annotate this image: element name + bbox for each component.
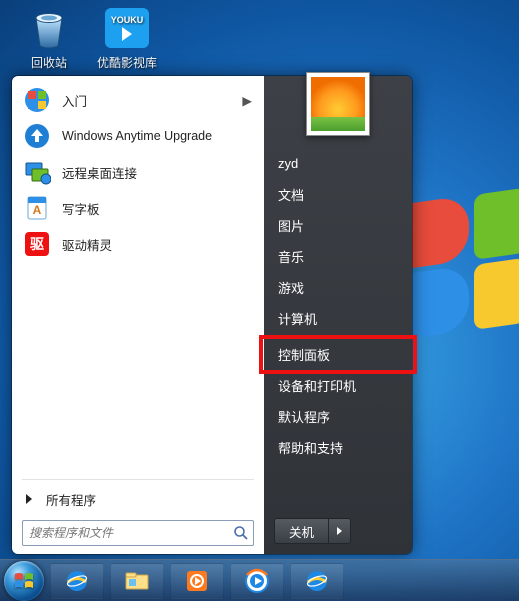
right-item-computer[interactable]: 计算机: [264, 303, 412, 334]
right-item-label: 默认程序: [278, 407, 330, 426]
right-item-label: 图片: [278, 216, 304, 235]
remote-desktop-icon: [22, 157, 52, 187]
search-input[interactable]: [29, 526, 233, 540]
right-item-label: zyd: [278, 156, 298, 171]
program-item-anytime-upgrade[interactable]: Windows Anytime Upgrade: [14, 118, 262, 154]
right-item-music[interactable]: 音乐: [264, 241, 412, 272]
shutdown-options-button[interactable]: [329, 518, 351, 544]
right-item-help-support[interactable]: 帮助和支持: [264, 432, 412, 463]
right-item-default-programs[interactable]: 默认程序: [264, 401, 412, 432]
start-menu: 入门 ▶ Windows Anytime Upgrade 远程桌面连接 A: [12, 76, 412, 554]
right-item-label: 文档: [278, 185, 304, 204]
right-item-user[interactable]: zyd: [264, 148, 412, 179]
start-menu-left-pane: 入门 ▶ Windows Anytime Upgrade 远程桌面连接 A: [12, 76, 264, 554]
taskbar-item-ie[interactable]: [50, 563, 104, 599]
program-item-getting-started[interactable]: 入门 ▶: [14, 82, 262, 118]
all-programs-label: 所有程序: [46, 490, 96, 509]
program-item-label: 驱动精灵: [62, 235, 112, 254]
program-item-driver-genius[interactable]: 驱 驱动精灵: [14, 226, 262, 262]
program-item-wordpad[interactable]: A 写字板: [14, 190, 262, 226]
desktop-icon-label: 优酷影视库: [90, 54, 164, 71]
shutdown-label: 关机: [289, 522, 314, 541]
right-item-label: 帮助和支持: [278, 438, 343, 457]
user-picture-frame[interactable]: [306, 72, 370, 136]
program-item-label: Windows Anytime Upgrade: [62, 129, 212, 143]
svg-text:A: A: [33, 203, 42, 217]
taskbar: [0, 559, 519, 601]
right-item-control-panel[interactable]: 控制面板: [264, 339, 412, 370]
search-box[interactable]: [22, 520, 254, 546]
right-item-devices-printers[interactable]: 设备和打印机: [264, 370, 412, 401]
start-menu-program-list: 入门 ▶ Windows Anytime Upgrade 远程桌面连接 A: [14, 82, 262, 475]
taskbar-item-media-player[interactable]: [230, 563, 284, 599]
getting-started-icon: [22, 85, 52, 115]
submenu-arrow-icon: ▶: [242, 93, 252, 108]
right-item-pictures[interactable]: 图片: [264, 210, 412, 241]
right-item-label: 游戏: [278, 278, 304, 297]
internet-explorer-icon: [63, 567, 91, 595]
right-item-label: 控制面板: [278, 345, 330, 364]
start-button[interactable]: [4, 561, 44, 601]
taskbar-item-explorer[interactable]: [110, 563, 164, 599]
desktop-icon-recycle-bin[interactable]: 回收站: [12, 4, 86, 71]
taskbar-item-media-center[interactable]: [170, 563, 224, 599]
windows-logo-icon: [12, 569, 36, 593]
media-player-icon: [243, 567, 271, 595]
separator: [274, 336, 402, 337]
separator: [22, 479, 254, 480]
right-item-games[interactable]: 游戏: [264, 272, 412, 303]
media-center-icon: [183, 567, 211, 595]
desktop-icon-youku[interactable]: YOUKU 优酷影视库: [90, 4, 164, 71]
right-item-label: 计算机: [278, 309, 317, 328]
user-picture-icon: [311, 77, 365, 131]
program-item-label: 远程桌面连接: [62, 163, 137, 182]
driver-genius-icon: 驱: [22, 229, 52, 259]
file-explorer-icon: [123, 567, 151, 595]
search-icon: [233, 525, 249, 541]
taskbar-item-ie-alt[interactable]: [290, 563, 344, 599]
program-item-remote-desktop[interactable]: 远程桌面连接: [14, 154, 262, 190]
arrow-right-icon: [26, 494, 32, 504]
internet-explorer-icon: [303, 567, 331, 595]
wordpad-icon: A: [22, 193, 52, 223]
anytime-upgrade-icon: [22, 121, 52, 151]
all-programs-button[interactable]: 所有程序: [14, 484, 262, 514]
shutdown-button[interactable]: 关机: [274, 518, 329, 544]
youku-badge-text: YOUKU: [111, 15, 144, 25]
program-item-label: 入门: [62, 91, 87, 110]
svg-text:驱: 驱: [30, 236, 44, 252]
right-item-label: 设备和打印机: [278, 376, 356, 395]
right-item-documents[interactable]: 文档: [264, 179, 412, 210]
youku-icon: YOUKU: [103, 4, 151, 52]
program-item-label: 写字板: [62, 199, 100, 218]
desktop-icon-label: 回收站: [12, 54, 86, 71]
right-item-label: 音乐: [278, 247, 304, 266]
arrow-right-icon: [337, 527, 342, 535]
start-menu-right-pane: zyd 文档 图片 音乐 游戏 计算机 控制面板 设备和打印: [264, 76, 412, 554]
recycle-bin-icon: [25, 4, 73, 52]
